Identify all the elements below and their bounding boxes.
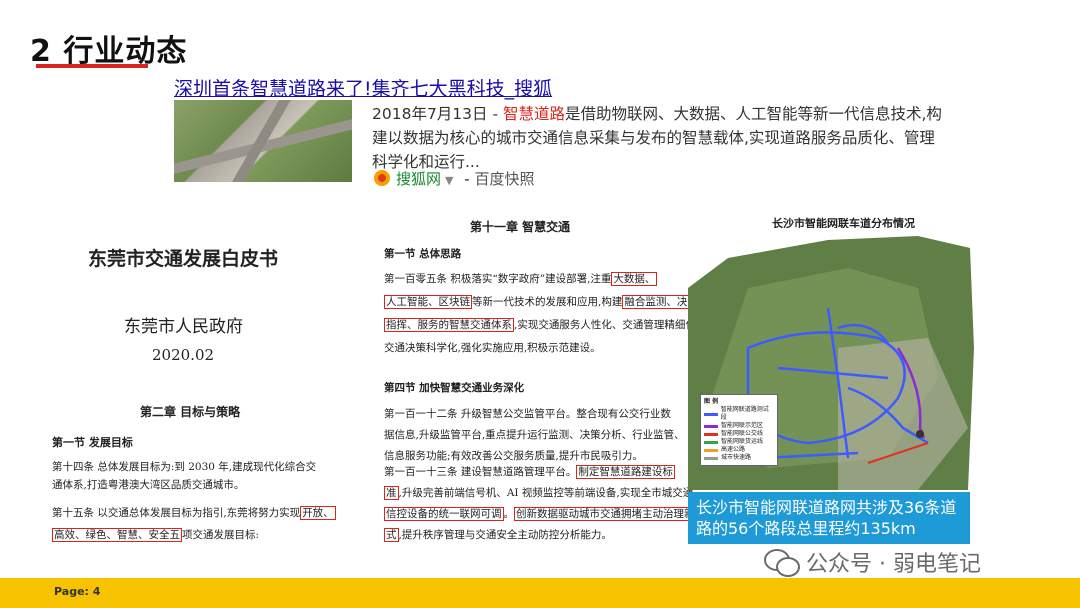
highlight-box: 制定智慧道路建设标	[576, 465, 675, 479]
whitepaper-section: 第一节 发展目标	[52, 436, 133, 449]
source-name[interactable]: 搜狐网	[396, 170, 441, 188]
smart-transport-section-1: 第一节 总体思路	[384, 248, 462, 260]
news-snippet: 2018年7月13日 - 智慧道路是借助物联网、大数据、人工智能等新一代信息技术…	[372, 102, 942, 174]
wechat-watermark: 公众号 · 弱电笔记	[764, 546, 981, 578]
highlight-box: 人工智能、区块链	[384, 295, 472, 309]
footer-bar	[0, 578, 1080, 608]
sohu-logo-icon	[374, 170, 390, 186]
highlight-box: 指挥、服务的智慧交通体系	[384, 318, 514, 332]
map-caption: 长沙市智能网联道路网共涉及36条道路的56个路段总里程约135km	[688, 492, 970, 544]
source-separator: -	[459, 170, 475, 188]
article-113: 第一百一十三条 建设智慧道路管理平台。 制定智慧道路建设标 准 ,升级完善前端信号机…	[384, 465, 707, 542]
map-legend: 图 例 智能网联道路测试段 智能网联示范区 智能网联公交线 智能网联货运线 高速…	[700, 394, 778, 466]
highlight-box: 高效、绿色、智慧、安全五	[52, 528, 182, 542]
wechat-icon	[764, 549, 800, 577]
whitepaper-title: 东莞市交通发展白皮书	[88, 248, 279, 270]
whitepaper-article-15: 第十五条 以交通总体发展目标为指引,东莞将努力实现 开放、 高效、绿色、智慧、安全…	[52, 506, 336, 542]
smart-transport-chapter: 第十一章 智慧交通	[470, 220, 571, 234]
chevron-down-icon[interactable]: ▼	[445, 174, 453, 187]
whitepaper-article-14: 第十四条 总体发展目标为:到 2030 年,建成现代化综合交 通体系,打造粤港澳…	[52, 461, 317, 491]
highlight-box: 创新数据驱动城市交通拥堵主动治理新模	[514, 507, 707, 521]
highlight-box: 式	[384, 528, 399, 542]
page-number: Page: 4	[54, 585, 101, 598]
news-headline-link[interactable]: 深圳首条智慧道路来了!集齐七大黑科技_搜狐	[174, 74, 552, 101]
article-105: 第一百零五条 积极落实“数字政府”建设部署,注重 大数据、 人工智能、区块链 等新一…	[384, 272, 711, 354]
news-source: 搜狐网 ▼ - 百度快照	[374, 168, 534, 189]
highlight-box: 大数据、	[611, 272, 658, 286]
news-thumbnail-image[interactable]	[174, 100, 352, 182]
title-underline	[36, 64, 148, 68]
highlight-box: 信控设备的统一联网可调	[384, 507, 504, 521]
snippet-highlight: 智慧道路	[502, 105, 565, 123]
baidu-cache-link[interactable]: 百度快照	[474, 170, 534, 188]
highlight-box: 开放、	[300, 506, 336, 520]
whitepaper-publisher: 东莞市人民政府	[124, 317, 243, 337]
article-112: 第一百一十二条 升级智慧公交监管平台。整合现有公交行业数 据信息,升级监管平台,…	[384, 408, 685, 462]
whitepaper-date: 2020.02	[152, 346, 215, 364]
smart-transport-section-4: 第四节 加快智慧交通业务深化	[384, 382, 525, 394]
watermark-text: 公众号 · 弱电笔记	[806, 552, 981, 577]
snippet-date: 2018年7月13日 -	[372, 105, 503, 123]
highlight-box: 准	[384, 486, 399, 500]
whitepaper-chapter: 第二章 目标与策略	[140, 405, 241, 419]
